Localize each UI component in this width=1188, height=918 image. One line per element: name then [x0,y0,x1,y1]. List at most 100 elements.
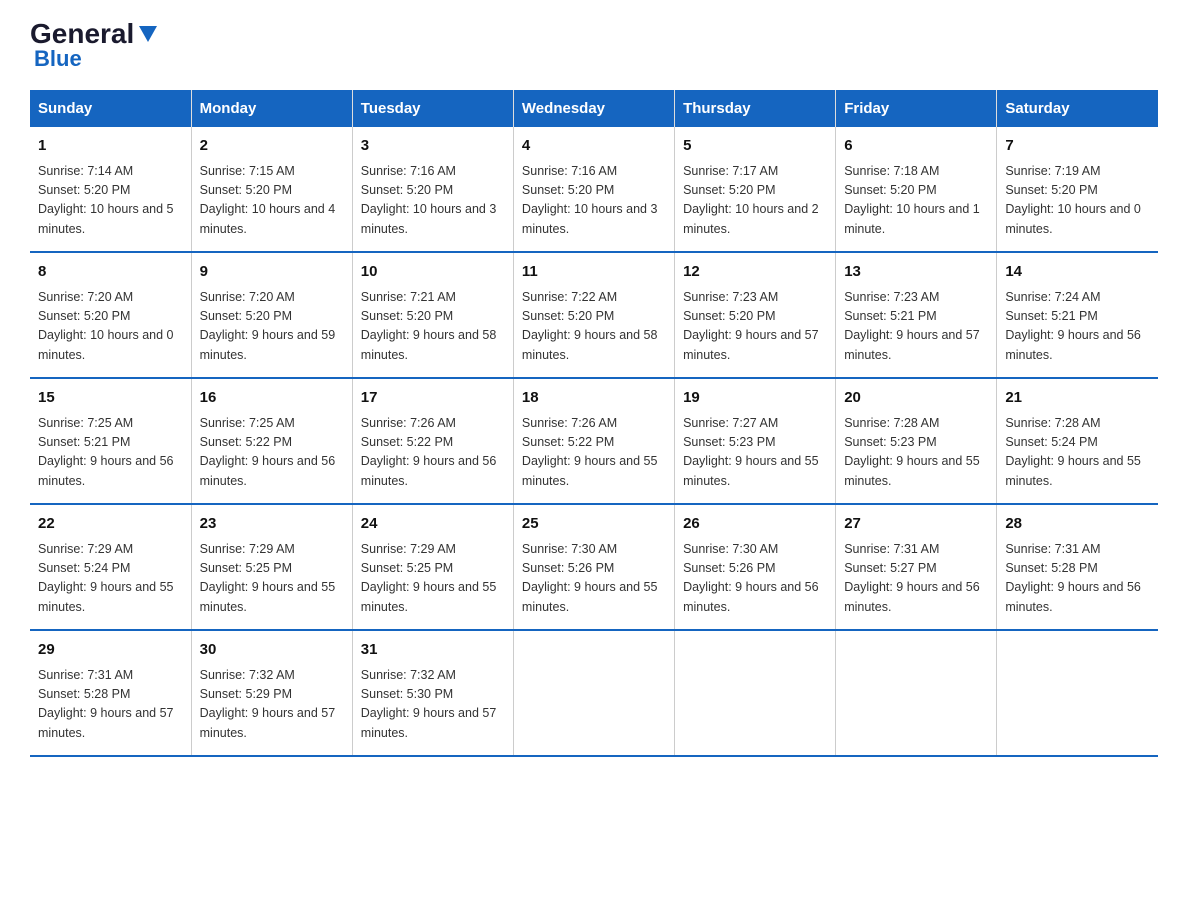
calendar-cell [836,630,997,756]
logo-triangle-icon [137,22,159,44]
day-info: Sunrise: 7:16 AMSunset: 5:20 PMDaylight:… [361,162,505,240]
day-info: Sunrise: 7:22 AMSunset: 5:20 PMDaylight:… [522,288,666,366]
calendar-cell: 29 Sunrise: 7:31 AMSunset: 5:28 PMDayligh… [30,630,191,756]
day-number: 2 [200,135,344,158]
calendar-cell: 26 Sunrise: 7:30 AMSunset: 5:26 PMDayligh… [675,504,836,630]
calendar-cell: 9 Sunrise: 7:20 AMSunset: 5:20 PMDaylight… [191,252,352,378]
day-number: 31 [361,639,505,662]
day-info: Sunrise: 7:18 AMSunset: 5:20 PMDaylight:… [844,162,988,240]
day-number: 4 [522,135,666,158]
day-info: Sunrise: 7:19 AMSunset: 5:20 PMDaylight:… [1005,162,1150,240]
day-number: 14 [1005,261,1150,284]
calendar-cell: 27Sunrise: 7:31 AMSunset: 5:27 PMDayligh… [836,504,997,630]
col-header-friday: Friday [836,90,997,127]
logo: General Blue [30,20,159,72]
calendar-cell: 24 Sunrise: 7:29 AMSunset: 5:25 PMDayligh… [352,504,513,630]
day-info: Sunrise: 7:32 AMSunset: 5:29 PMDaylight:… [200,666,344,744]
day-info: Sunrise: 7:26 AMSunset: 5:22 PMDaylight:… [361,414,505,492]
day-info: Sunrise: 7:27 AMSunset: 5:23 PMDaylight:… [683,414,827,492]
day-info: Sunrise: 7:31 AMSunset: 5:27 PMDaylight:… [844,540,988,618]
calendar-cell: 20 Sunrise: 7:28 AMSunset: 5:23 PMDayligh… [836,378,997,504]
calendar-cell: 18 Sunrise: 7:26 AMSunset: 5:22 PMDayligh… [513,378,674,504]
day-number: 18 [522,387,666,410]
day-number: 24 [361,513,505,536]
day-number: 9 [200,261,344,284]
calendar-cell: 31Sunrise: 7:32 AMSunset: 5:30 PMDayligh… [352,630,513,756]
day-number: 30 [200,639,344,662]
day-info: Sunrise: 7:31 AMSunset: 5:28 PMDaylight:… [1005,540,1150,618]
day-number: 23 [200,513,344,536]
calendar-week-row: 15 Sunrise: 7:25 AMSunset: 5:21 PMDayligh… [30,378,1158,504]
day-info: Sunrise: 7:20 AMSunset: 5:20 PMDaylight:… [200,288,344,366]
day-info: Sunrise: 7:29 AMSunset: 5:25 PMDaylight:… [200,540,344,618]
page-header: General Blue [30,20,1158,72]
col-header-wednesday: Wednesday [513,90,674,127]
day-info: Sunrise: 7:29 AMSunset: 5:24 PMDaylight:… [38,540,183,618]
calendar-cell: 3 Sunrise: 7:16 AMSunset: 5:20 PMDaylight… [352,127,513,252]
day-info: Sunrise: 7:28 AMSunset: 5:23 PMDaylight:… [844,414,988,492]
day-number: 20 [844,387,988,410]
calendar-cell: 10Sunrise: 7:21 AMSunset: 5:20 PMDayligh… [352,252,513,378]
day-info: Sunrise: 7:15 AMSunset: 5:20 PMDaylight:… [200,162,344,240]
calendar-cell: 15 Sunrise: 7:25 AMSunset: 5:21 PMDayligh… [30,378,191,504]
day-number: 10 [361,261,505,284]
calendar-cell: 25Sunrise: 7:30 AMSunset: 5:26 PMDayligh… [513,504,674,630]
col-header-tuesday: Tuesday [352,90,513,127]
logo-general: General [30,20,134,48]
day-number: 3 [361,135,505,158]
calendar-cell: 30 Sunrise: 7:32 AMSunset: 5:29 PMDayligh… [191,630,352,756]
calendar-cell: 12 Sunrise: 7:23 AMSunset: 5:20 PMDayligh… [675,252,836,378]
day-info: Sunrise: 7:25 AMSunset: 5:21 PMDaylight:… [38,414,183,492]
day-info: Sunrise: 7:23 AMSunset: 5:20 PMDaylight:… [683,288,827,366]
calendar-cell: 7Sunrise: 7:19 AMSunset: 5:20 PMDaylight… [997,127,1158,252]
calendar-cell: 4 Sunrise: 7:16 AMSunset: 5:20 PMDaylight… [513,127,674,252]
col-header-thursday: Thursday [675,90,836,127]
calendar-cell: 13 Sunrise: 7:23 AMSunset: 5:21 PMDayligh… [836,252,997,378]
calendar-cell: 17 Sunrise: 7:26 AMSunset: 5:22 PMDayligh… [352,378,513,504]
col-header-sunday: Sunday [30,90,191,127]
calendar-cell: 21 Sunrise: 7:28 AMSunset: 5:24 PMDayligh… [997,378,1158,504]
col-header-monday: Monday [191,90,352,127]
day-number: 5 [683,135,827,158]
day-info: Sunrise: 7:14 AMSunset: 5:20 PMDaylight:… [38,162,183,240]
day-number: 19 [683,387,827,410]
day-number: 22 [38,513,183,536]
calendar-cell: 8 Sunrise: 7:20 AMSunset: 5:20 PMDaylight… [30,252,191,378]
calendar-cell: 22 Sunrise: 7:29 AMSunset: 5:24 PMDayligh… [30,504,191,630]
day-info: Sunrise: 7:20 AMSunset: 5:20 PMDaylight:… [38,288,183,366]
day-info: Sunrise: 7:26 AMSunset: 5:22 PMDaylight:… [522,414,666,492]
calendar-cell: 16 Sunrise: 7:25 AMSunset: 5:22 PMDayligh… [191,378,352,504]
day-number: 12 [683,261,827,284]
day-number: 28 [1005,513,1150,536]
day-number: 17 [361,387,505,410]
day-number: 1 [38,135,183,158]
day-info: Sunrise: 7:23 AMSunset: 5:21 PMDaylight:… [844,288,988,366]
calendar-week-row: 8 Sunrise: 7:20 AMSunset: 5:20 PMDaylight… [30,252,1158,378]
day-number: 8 [38,261,183,284]
day-number: 29 [38,639,183,662]
day-info: Sunrise: 7:29 AMSunset: 5:25 PMDaylight:… [361,540,505,618]
day-info: Sunrise: 7:16 AMSunset: 5:20 PMDaylight:… [522,162,666,240]
calendar-cell [675,630,836,756]
day-number: 15 [38,387,183,410]
calendar-cell [513,630,674,756]
calendar-cell: 5 Sunrise: 7:17 AMSunset: 5:20 PMDaylight… [675,127,836,252]
logo-blue: Blue [34,46,82,72]
calendar-week-row: 29 Sunrise: 7:31 AMSunset: 5:28 PMDayligh… [30,630,1158,756]
col-header-saturday: Saturday [997,90,1158,127]
day-number: 25 [522,513,666,536]
calendar-week-row: 1 Sunrise: 7:14 AMSunset: 5:20 PMDaylight… [30,127,1158,252]
day-number: 26 [683,513,827,536]
day-info: Sunrise: 7:30 AMSunset: 5:26 PMDaylight:… [683,540,827,618]
day-number: 16 [200,387,344,410]
day-info: Sunrise: 7:25 AMSunset: 5:22 PMDaylight:… [200,414,344,492]
calendar-cell: 11Sunrise: 7:22 AMSunset: 5:20 PMDayligh… [513,252,674,378]
day-number: 21 [1005,387,1150,410]
calendar-cell: 1 Sunrise: 7:14 AMSunset: 5:20 PMDaylight… [30,127,191,252]
day-number: 13 [844,261,988,284]
day-info: Sunrise: 7:31 AMSunset: 5:28 PMDaylight:… [38,666,183,744]
day-info: Sunrise: 7:17 AMSunset: 5:20 PMDaylight:… [683,162,827,240]
day-info: Sunrise: 7:28 AMSunset: 5:24 PMDaylight:… [1005,414,1150,492]
calendar-header-row: SundayMondayTuesdayWednesdayThursdayFrid… [30,90,1158,127]
calendar-cell: 2 Sunrise: 7:15 AMSunset: 5:20 PMDaylight… [191,127,352,252]
